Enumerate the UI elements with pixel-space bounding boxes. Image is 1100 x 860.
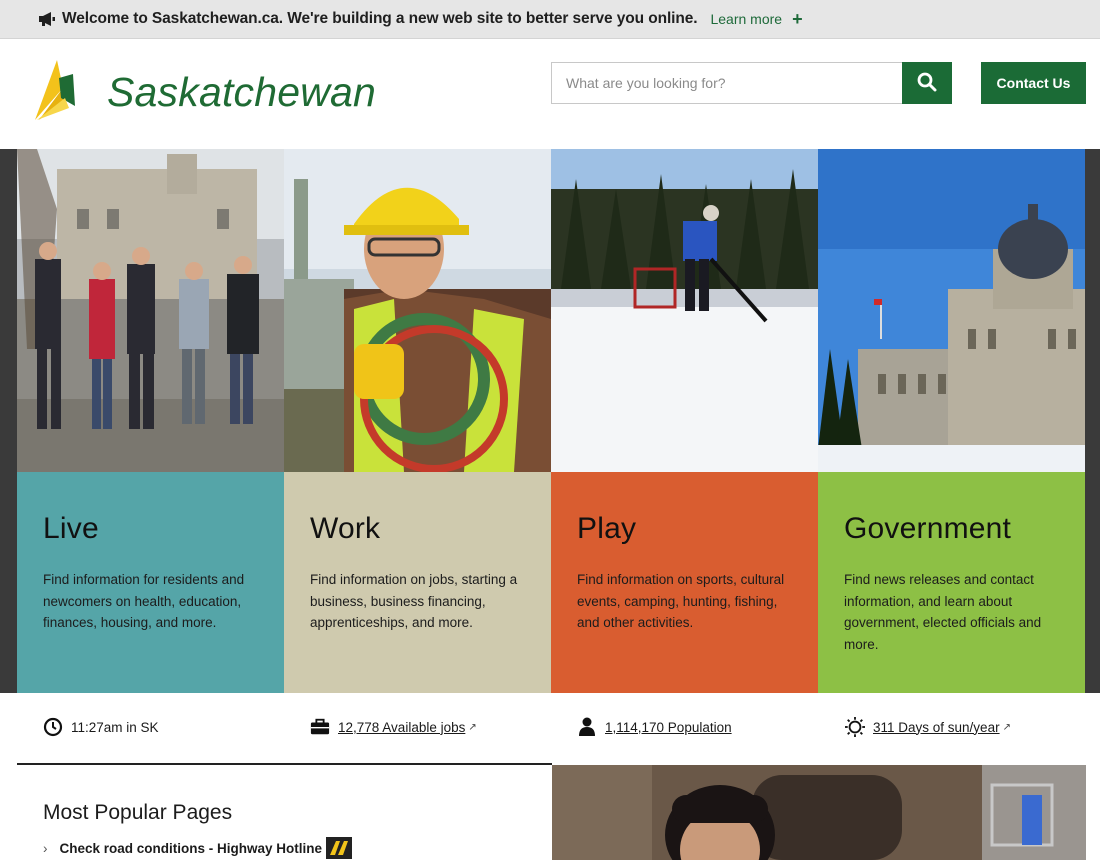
search-input[interactable] [551, 62, 902, 104]
popular-item-road-conditions[interactable]: › Check road conditions - Highway Hotlin… [43, 837, 353, 859]
play-photo [551, 149, 818, 472]
person-icon [577, 717, 597, 737]
external-link-icon: ↗ [468, 721, 477, 733]
tile-title[interactable]: Work [310, 512, 525, 546]
government-photo [818, 149, 1085, 472]
tile-live[interactable]: Live Find information for residents and … [17, 149, 284, 693]
most-popular-section: Most Popular Pages › Check road conditio… [17, 765, 552, 860]
alert-banner: Welcome to Saskatchewan.ca. We're buildi… [0, 0, 1100, 39]
search-icon [917, 72, 937, 95]
quick-stats: 11:27am in SK 12,778 Available jobs ↗ 1,… [0, 693, 1100, 763]
stat-population[interactable]: 1,114,170 Population [577, 717, 732, 737]
population-link[interactable]: 1,114,170 Population [605, 720, 732, 735]
site-logo[interactable]: Saskatchewan [33, 58, 376, 127]
expand-icon[interactable]: + [792, 10, 803, 28]
megaphone-icon [38, 11, 56, 27]
site-header: Saskatchewan Contact Us [0, 39, 1100, 149]
government-panel[interactable]: Government Find news releases and contac… [818, 472, 1085, 693]
tile-description: Find information on jobs, starting a bus… [310, 572, 518, 630]
highway-hotline-icon [326, 837, 353, 859]
tile-description: Find news releases and contact informati… [844, 572, 1042, 652]
contact-us-button[interactable]: Contact Us [981, 62, 1086, 104]
tile-government[interactable]: Government Find news releases and contac… [818, 149, 1085, 693]
logo-wordmark: Saskatchewan [107, 69, 377, 115]
popular-item-label[interactable]: Check road conditions - Highway Hotline [60, 841, 323, 856]
stat-time-label: 11:27am in SK [71, 719, 159, 735]
available-jobs-link[interactable]: 12,778 Available jobs [338, 720, 465, 735]
stat-time: 11:27am in SK [43, 717, 159, 737]
play-panel[interactable]: Play Find information on sports, cultura… [551, 472, 818, 693]
search-button[interactable] [902, 62, 952, 104]
external-link-icon: ↗ [1002, 721, 1011, 733]
tile-description: Find information for residents and newco… [43, 572, 245, 630]
tile-title[interactable]: Play [577, 512, 792, 546]
alert-message: Welcome to Saskatchewan.ca. We're buildi… [62, 10, 698, 27]
live-panel[interactable]: Live Find information for residents and … [17, 472, 284, 693]
clock-icon [43, 717, 63, 737]
search-form [551, 62, 952, 104]
days-of-sun-link[interactable]: 311 Days of sun/year [873, 720, 1000, 735]
most-popular-heading: Most Popular Pages [43, 801, 233, 824]
wheat-logo-icon [33, 58, 77, 127]
tile-work[interactable]: Work Find information on jobs, starting … [284, 149, 551, 693]
chevron-right-icon: › [43, 840, 48, 856]
tile-play[interactable]: Play Find information on sports, cultura… [551, 149, 818, 693]
sun-icon [845, 717, 865, 737]
work-panel[interactable]: Work Find information on jobs, starting … [284, 472, 551, 693]
stat-jobs[interactable]: 12,778 Available jobs ↗ [310, 717, 477, 737]
tile-description: Find information on sports, cultural eve… [577, 572, 785, 630]
tile-title[interactable]: Live [43, 512, 258, 546]
feature-photo [552, 765, 1086, 860]
learn-more-link[interactable]: Learn more [710, 11, 782, 27]
tile-title[interactable]: Government [844, 512, 1059, 546]
work-photo [284, 149, 551, 472]
briefcase-icon [310, 717, 330, 737]
live-photo [17, 149, 284, 472]
stat-sun[interactable]: 311 Days of sun/year ↗ [845, 717, 1011, 737]
